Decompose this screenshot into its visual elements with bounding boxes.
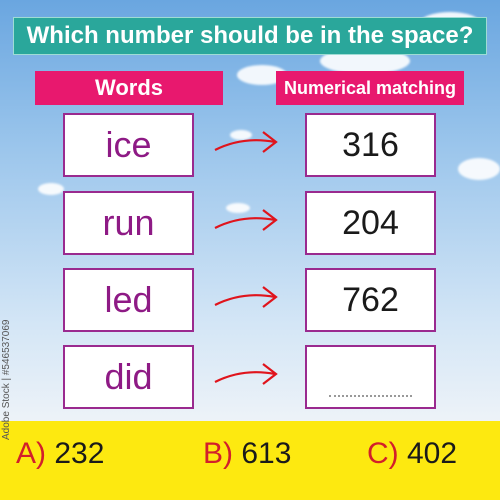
cloud [38,183,64,195]
option-value: 232 [54,437,105,470]
question-title: Which number should be in the space? [13,17,487,55]
word-box: led [63,268,194,332]
word-box: did [63,345,194,409]
option-letter: B) [203,437,233,470]
number-box: 762 [305,268,436,332]
stock-credit: Adobe Stock | #546537069 [1,319,12,440]
word-box: ice [63,113,194,177]
option-a[interactable]: A) 232 [16,434,104,474]
option-letter: C) [367,437,399,470]
arrow-icon [214,286,278,308]
answer-dotted-line [329,395,412,397]
arrow-icon [214,209,278,231]
answer-blank-box[interactable] [305,345,436,409]
option-value: 613 [241,437,292,470]
arrow-icon [214,131,278,153]
option-letter: A) [16,437,46,470]
option-c[interactable]: C) 402 [367,434,457,474]
cloud [458,158,500,180]
arrow-icon [214,363,278,385]
numerical-matching-header: Numerical matching [276,71,464,105]
words-header: Words [35,71,223,105]
number-box: 204 [305,191,436,255]
word-box: run [63,191,194,255]
option-b[interactable]: B) 613 [203,434,291,474]
number-box: 316 [305,113,436,177]
option-value: 402 [407,437,458,470]
